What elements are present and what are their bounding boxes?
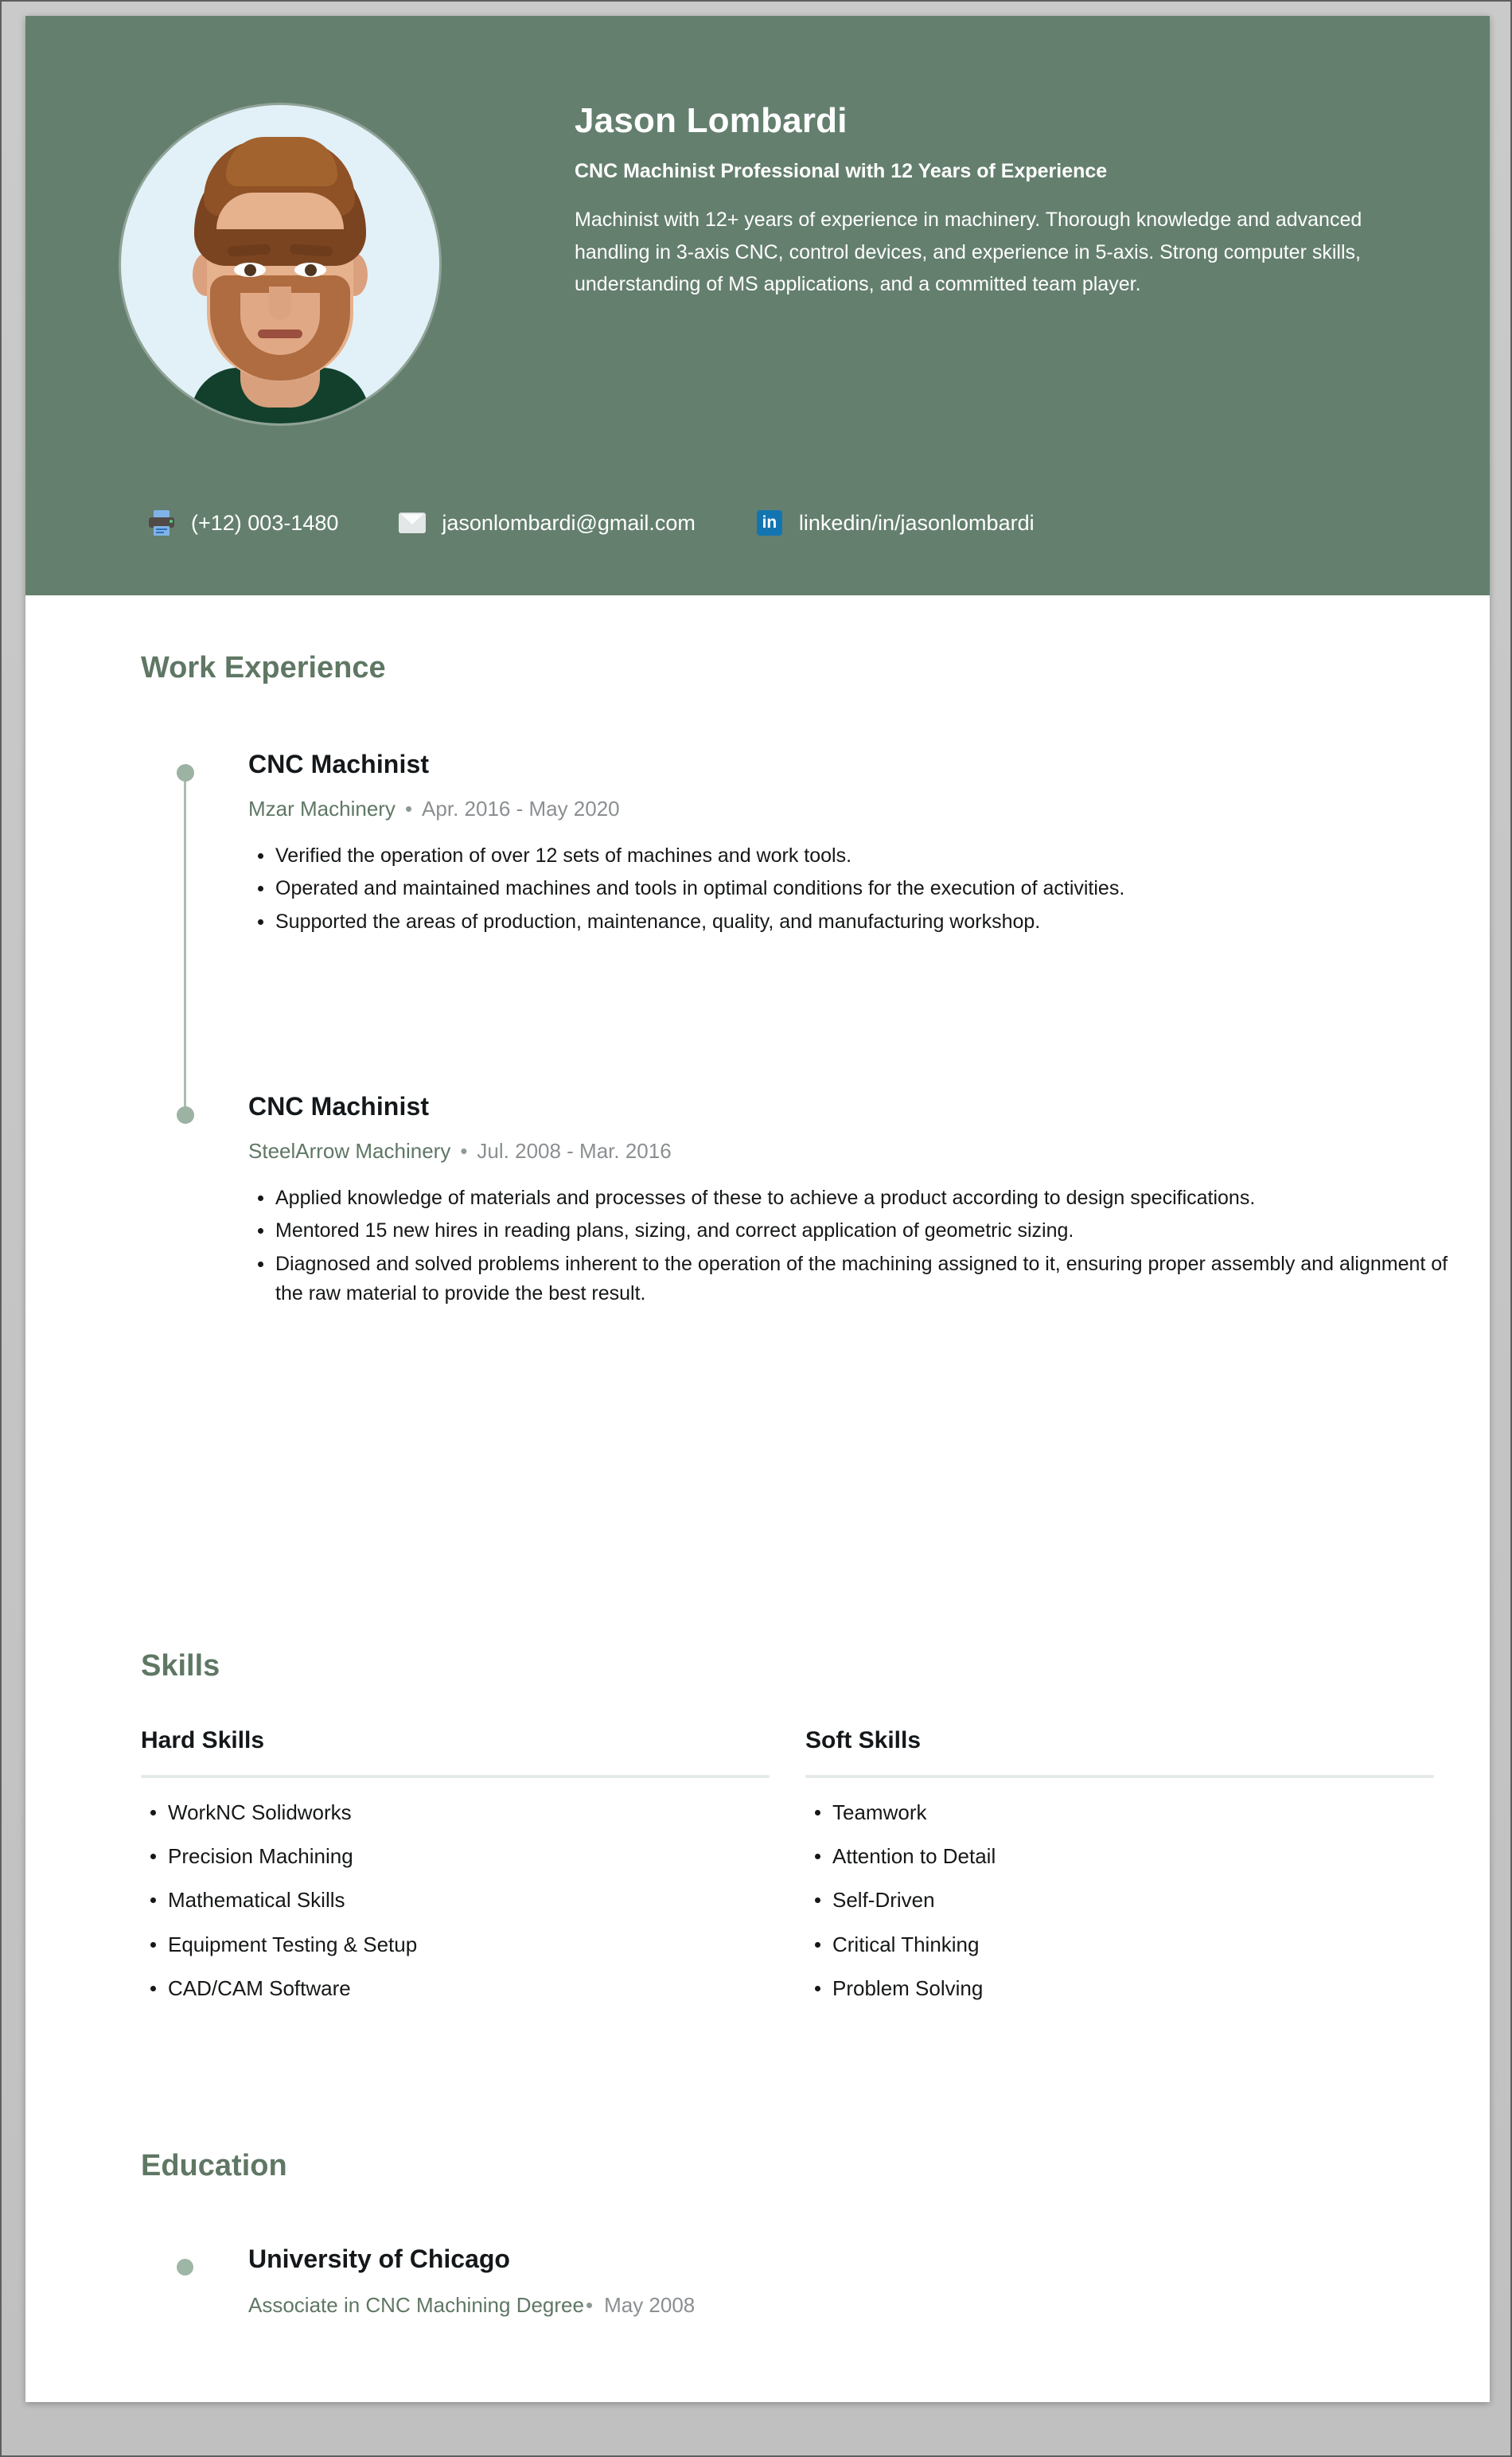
contact-email-value: jasonlombardi@gmail.com (442, 510, 696, 535)
education-meta: Associate in CNC Machining Degree• May 20… (248, 2293, 1362, 2318)
job-bullet: Applied knowledge of materials and proce… (258, 1184, 1450, 1214)
photo-forehead (216, 193, 344, 229)
skill-item: CAD/CAM Software (150, 1976, 770, 2001)
envelope-icon (397, 508, 427, 538)
header-text-block: Jason Lombardi CNC Machinist Professiona… (575, 101, 1434, 301)
contact-phone-value: (+12) 003-1480 (191, 510, 339, 535)
skill-item: Teamwork (815, 1800, 1434, 1825)
work-entry: CNC Machinist Mzar Machinery • Apr. 2016 -… (248, 750, 1450, 940)
skill-item: Critical Thinking (815, 1932, 1434, 1957)
skill-item: Mathematical Skills (150, 1888, 770, 1913)
linkedin-icon-text: in (756, 510, 782, 536)
meta-separator: • (460, 1139, 468, 1163)
section-title-education: Education (141, 2149, 287, 2182)
photo-hair-top (226, 137, 337, 186)
candidate-headline: CNC Machinist Professional with 12 Years… (575, 160, 1108, 183)
meta-separator: • (404, 797, 413, 821)
skills-list: Teamwork Attention to Detail Self-Driven… (805, 1800, 1434, 2001)
profile-photo (121, 105, 439, 423)
contact-email[interactable]: jasonlombardi@gmail.com (397, 508, 696, 538)
job-title: CNC Machinist (248, 750, 430, 778)
skills-divider (805, 1775, 1434, 1778)
contact-phone[interactable]: (+12) 003-1480 (146, 508, 338, 538)
job-bullet: Mentored 15 new hires in reading plans, … (258, 1216, 1450, 1246)
contact-linkedin[interactable]: in linkedin/in/jasonlombardi (754, 508, 1035, 538)
job-dates: Jul. 2008 - Mar. 2016 (477, 1139, 672, 1163)
skills-column-heading: Soft Skills (805, 1727, 922, 1753)
job-company: SteelArrow Machinery (248, 1139, 451, 1163)
skill-item: Problem Solving (815, 1976, 1434, 2001)
job-bullet: Supported the areas of production, maint… (258, 907, 1450, 938)
timeline-dot (177, 1106, 194, 1124)
work-entry: CNC Machinist SteelArrow Machinery • Jul. … (248, 1092, 1450, 1312)
job-bullet-list: Verified the operation of over 12 sets o… (248, 841, 1450, 938)
skill-item: Precision Machining (150, 1844, 770, 1869)
timeline-line (184, 780, 186, 1113)
education-school: University of Chicago (248, 2244, 510, 2273)
education-date: May 2008 (604, 2293, 696, 2317)
skill-item: WorkNC Solidworks (150, 1800, 770, 1825)
skills-column-heading: Hard Skills (141, 1727, 265, 1753)
resume-header: Jason Lombardi CNC Machinist Professiona… (25, 16, 1490, 595)
job-bullet: Diagnosed and solved problems inherent t… (258, 1250, 1450, 1309)
skill-item: Attention to Detail (815, 1844, 1434, 1869)
linkedin-icon: in (754, 508, 785, 538)
section-title-skills: Skills (141, 1649, 220, 1683)
meta-separator: • (585, 2293, 594, 2317)
contact-row: (+12) 003-1480 jasonlombardi@gmail.com i… (146, 508, 1035, 538)
resume-viewport: Jason Lombardi CNC Machinist Professiona… (0, 0, 1512, 2457)
job-dates: Apr. 2016 - May 2020 (422, 797, 620, 821)
skills-columns: Hard Skills WorkNC Solidworks Precision … (141, 1727, 1438, 2020)
skill-item: Equipment Testing & Setup (150, 1932, 770, 1957)
candidate-summary: Machinist with 12+ years of experience i… (575, 209, 1362, 296)
avatar (121, 105, 439, 423)
timeline-dot (177, 764, 194, 782)
fax-icon (146, 508, 177, 538)
job-company: Mzar Machinery (248, 797, 396, 821)
candidate-name: Jason Lombardi (575, 101, 848, 140)
photo-nose (269, 287, 291, 320)
job-bullet: Verified the operation of over 12 sets o… (258, 841, 1450, 872)
education-entry: University of Chicago Associate in CNC M… (248, 2244, 1362, 2318)
skills-column-hard: Hard Skills WorkNC Solidworks Precision … (141, 1727, 770, 2020)
skills-column-soft: Soft Skills Teamwork Attention to Detail… (805, 1727, 1434, 2020)
job-meta: SteelArrow Machinery • Jul. 2008 - Mar. 20… (248, 1140, 1450, 1163)
skills-divider (141, 1775, 770, 1778)
skills-list: WorkNC Solidworks Precision Machining Ma… (141, 1800, 770, 2001)
contact-linkedin-value: linkedin/in/jasonlombardi (798, 510, 1035, 535)
skill-item: Self-Driven (815, 1888, 1434, 1913)
section-title-work-experience: Work Experience (141, 651, 386, 684)
photo-mouth (258, 330, 302, 338)
photo-pupil-right (305, 264, 317, 276)
photo-pupil-left (244, 264, 256, 276)
job-bullet: Operated and maintained machines and too… (258, 874, 1450, 904)
resume-page: Jason Lombardi CNC Machinist Professiona… (25, 16, 1490, 2402)
education-bullet-dot (177, 2259, 193, 2276)
education-degree: Associate in CNC Machining Degree (248, 2293, 584, 2317)
job-bullet-list: Applied knowledge of materials and proce… (248, 1184, 1450, 1309)
job-title: CNC Machinist (248, 1092, 430, 1121)
job-meta: Mzar Machinery • Apr. 2016 - May 2020 (248, 798, 1450, 821)
